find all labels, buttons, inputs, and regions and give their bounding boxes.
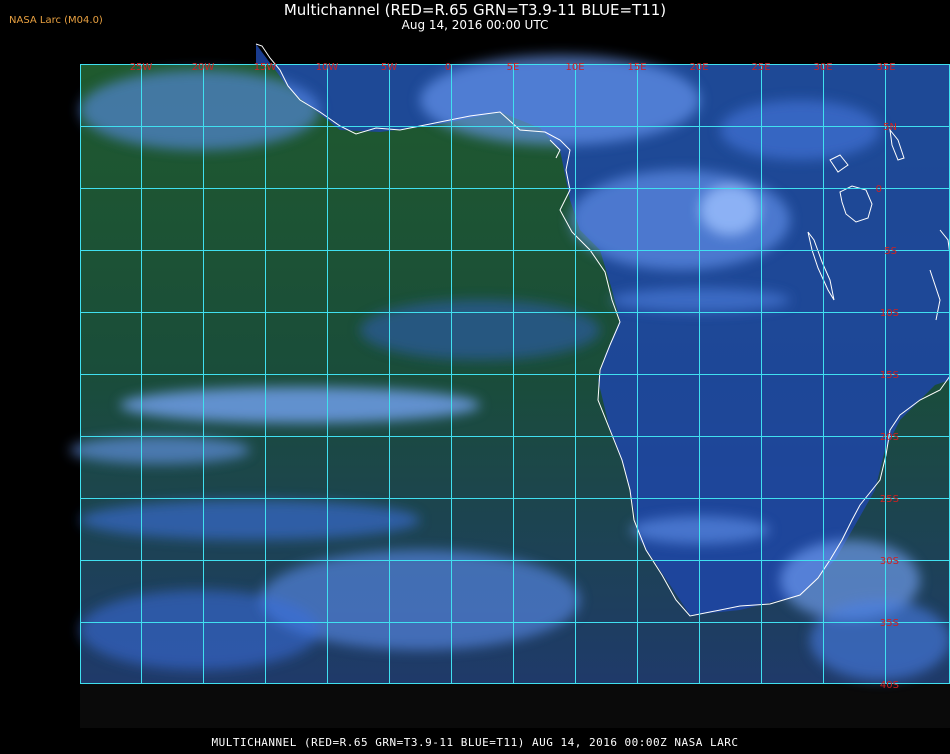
lon-label: 0 [445, 62, 451, 73]
lon-label: 35E [876, 62, 895, 73]
map-svg: 25W 20W 15W 10W 5W 0 5E 10E 15E 20E 25E … [70, 43, 950, 728]
lon-label: 5E [507, 62, 520, 73]
lat-label: 10S [880, 308, 899, 319]
lat-label: 15S [880, 370, 899, 381]
lon-label: 15W [254, 62, 277, 73]
lat-label: 5N [883, 122, 897, 133]
map-title: Multichannel (RED=R.65 GRN=T3.9-11 BLUE=… [283, 1, 667, 19]
lat-label: 35S [880, 618, 899, 629]
lat-label: 25S [880, 494, 899, 505]
map-timestamp: Aug 14, 2016 00:00 UTC [401, 18, 549, 32]
lat-label: 5S [884, 246, 897, 257]
lat-label: 30S [880, 556, 899, 567]
lon-label: 25W [130, 62, 153, 73]
lon-label: 10E [565, 62, 584, 73]
lat-label: 20S [880, 432, 899, 443]
lon-label: 5W [381, 62, 397, 73]
footer-caption: MULTICHANNEL (RED=R.65 GRN=T3.9-11 BLUE=… [211, 736, 739, 749]
lon-label: 15E [627, 62, 646, 73]
lon-label: 30E [813, 62, 832, 73]
satellite-map: 25W 20W 15W 10W 5W 0 5E 10E 15E 20E 25E … [0, 0, 950, 750]
lon-label: 20E [689, 62, 708, 73]
lat-label: 0 [876, 184, 882, 195]
lon-label: 25E [751, 62, 770, 73]
lat-label: 40S [880, 680, 899, 691]
lon-label: 20W [192, 62, 215, 73]
lon-label: 10W [316, 62, 339, 73]
